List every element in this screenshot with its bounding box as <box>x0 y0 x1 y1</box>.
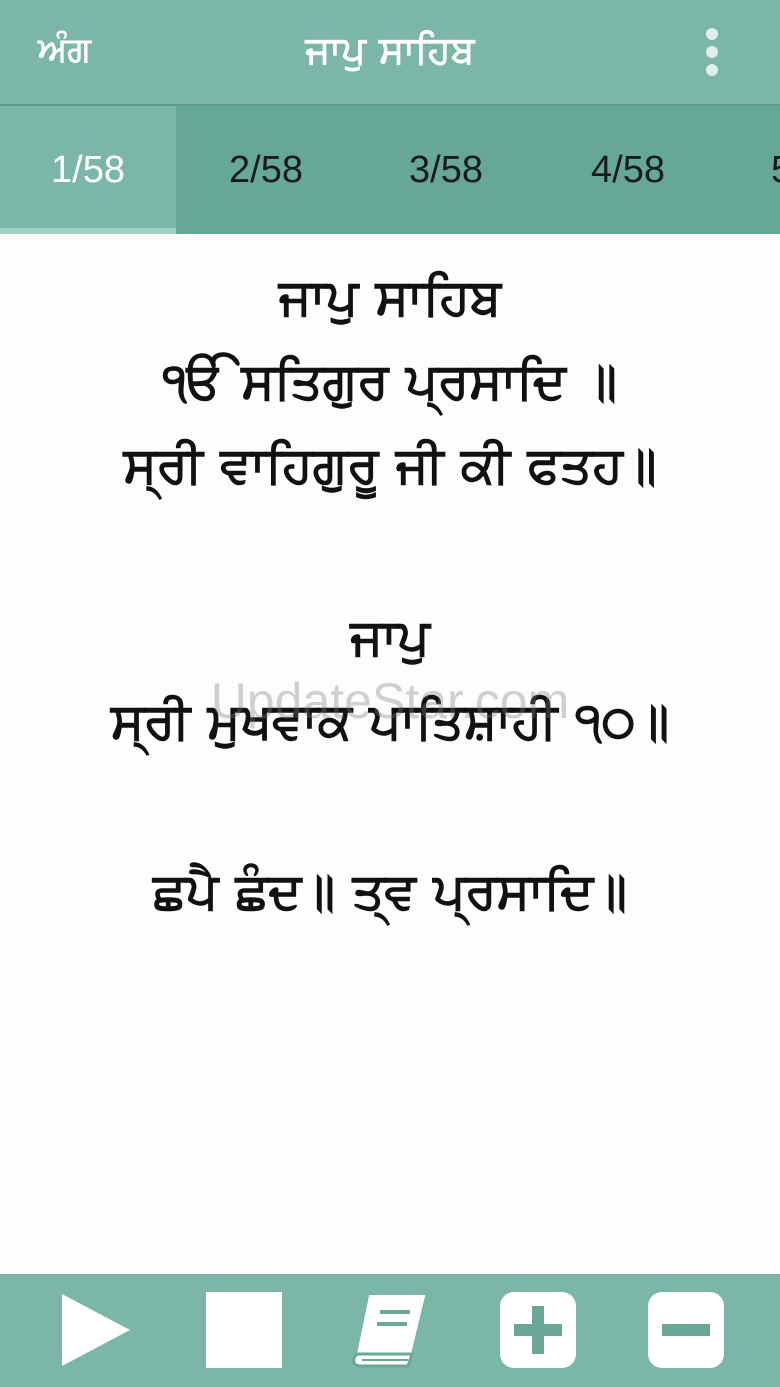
tab-page-2[interactable]: 2/58 <box>176 106 356 234</box>
stop-icon[interactable] <box>204 1290 284 1370</box>
page-title: ਜਾਪੁ ਸਾਹਿਬ <box>305 28 475 72</box>
app-window: ਅੰਗ ਜਾਪੁ ਸਾਹਿਬ 1/58 2/58 3/58 4/58 5/58 … <box>0 0 780 1387</box>
verse-line: ਜਾਪੁ ਸਾਹਿਬ <box>278 268 502 326</box>
tab-page-4[interactable]: 4/58 <box>538 106 718 234</box>
minus-icon[interactable] <box>646 1290 726 1370</box>
gurbani-text-area[interactable]: ਜਾਪੁ ਸਾਹਿਬ ੴ ਸਤਿਗੁਰ ਪ੍ਰਸਾਦਿ ॥ ਸ੍ਰੀ ਵਾਹਿਗ… <box>0 234 780 1274</box>
book-icon[interactable] <box>350 1290 430 1370</box>
play-icon[interactable] <box>56 1290 136 1370</box>
top-app-bar: ਅੰਗ ਜਾਪੁ ਸਾਹਿਬ <box>0 0 780 106</box>
verse-line: ੴ ਸਤਿਗੁਰ ਪ੍ਰਸਾਦਿ ॥ <box>162 352 618 410</box>
more-vertical-icon[interactable] <box>694 24 730 80</box>
tab-page-1[interactable]: 1/58 <box>0 106 176 234</box>
page-tabs: 1/58 2/58 3/58 4/58 5/58 <box>0 106 780 234</box>
tab-page-3[interactable]: 3/58 <box>356 106 536 234</box>
tab-page-5[interactable]: 5/58 <box>718 106 780 234</box>
verse-line: ਸ੍ਰੀ ਵਾਹਿਗੁਰੂ ਜੀ ਕੀ ਫਤਹ॥ <box>123 436 657 494</box>
verse-line: ਜਾਪੁ <box>350 608 430 666</box>
plus-icon[interactable] <box>498 1290 578 1370</box>
bottom-toolbar <box>0 1274 780 1387</box>
verse-line: ਸ੍ਰੀ ਮੁਖਵਾਕ ਪਾਤਿਸ਼ਾਹੀ ੧੦॥ <box>110 692 670 750</box>
verse-line: ਛਪੈ ਛੰਦ॥ ਤ੍ਵ ਪ੍ਰਸਾਦਿ॥ <box>153 862 627 920</box>
